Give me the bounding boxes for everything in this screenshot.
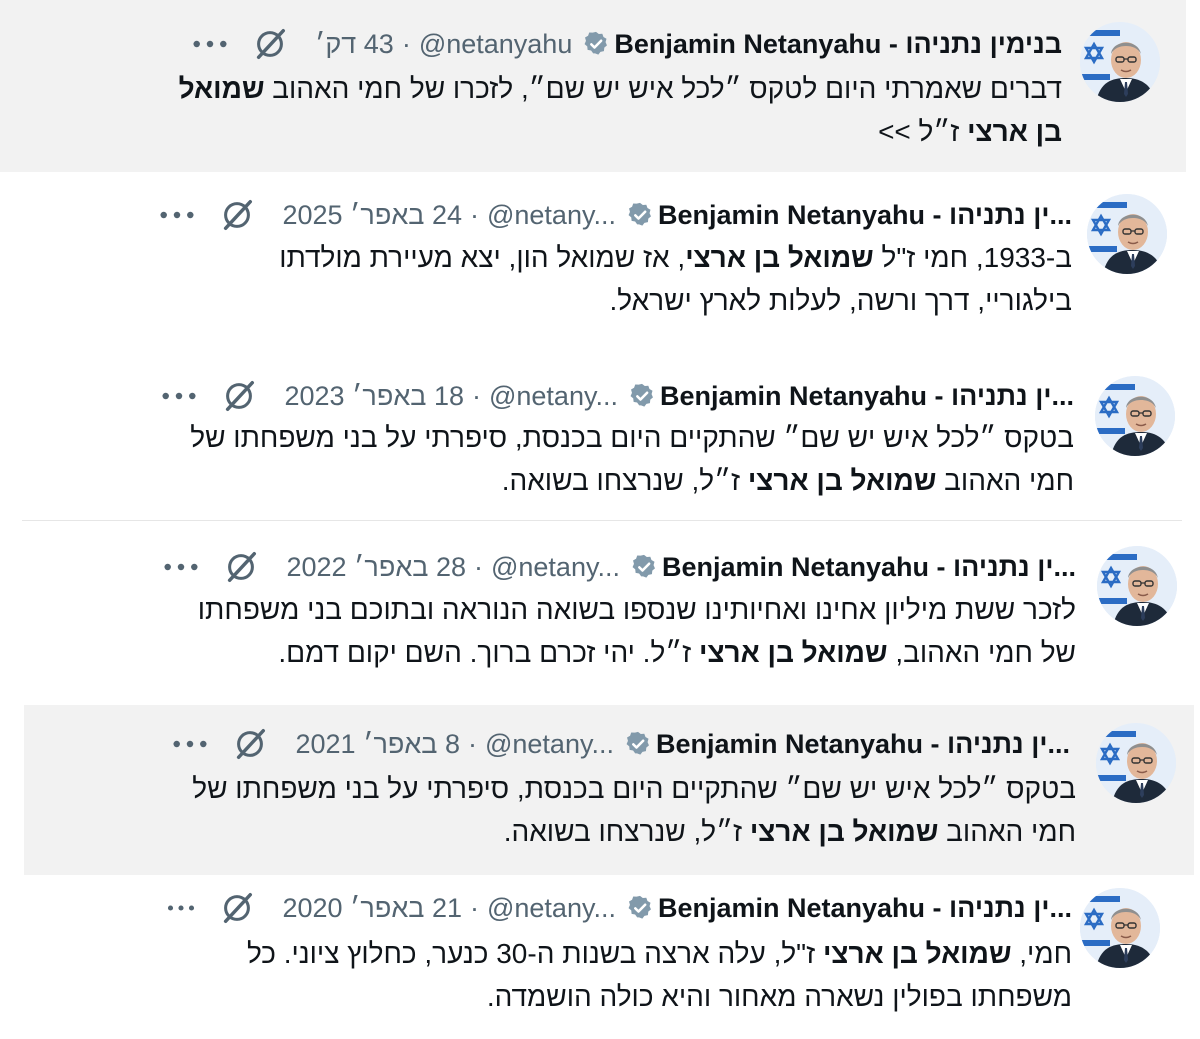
tweet[interactable]: ...ין נתניהו - Benjamin Netanyahu @netan… xyxy=(0,172,1200,347)
grok-icon[interactable] xyxy=(218,196,256,234)
tweet-text: דברים שאמרתי היום לטקס ״לכל איש יש שם״, … xyxy=(22,67,1062,153)
tweet-text: ב-1933, חמי ז"ל שמואל בן ארצי, אז שמואל … xyxy=(12,236,1072,322)
avatar[interactable] xyxy=(1080,22,1160,102)
tweet-text-bold: שמואל בן ארצי xyxy=(685,242,874,273)
tweet-text-bold: בן ארצי xyxy=(967,116,1062,147)
avatar[interactable] xyxy=(1087,194,1167,274)
author-name[interactable]: ...ין נתניהו - Benjamin Netanyahu xyxy=(660,376,1074,416)
tweet[interactable]: ...ין נתניהו - Benjamin Netanyahu @netan… xyxy=(0,878,1200,1038)
avatar[interactable] xyxy=(1097,546,1177,626)
grok-icon[interactable] xyxy=(218,889,256,927)
tweet-text-bold: שמואל xyxy=(178,73,265,104)
more-icon[interactable] xyxy=(171,738,209,750)
tweet-date[interactable]: 21 באפר׳ 2020 xyxy=(282,888,462,928)
tweet-header: ...ין נתניהו - Benjamin Netanyahu @netan… xyxy=(166,888,1072,928)
tweet-text-segment: בילגוריי, דרך ורשה, לעלות לארץ ישראל. xyxy=(609,285,1072,316)
tweet-header: ...ין נתניהו - Benjamin Netanyahu @netan… xyxy=(162,547,1076,587)
author-handle[interactable]: @netany... xyxy=(485,724,614,764)
author-name[interactable]: ...ין נתניהו - Benjamin Netanyahu xyxy=(656,724,1070,764)
separator-dot: · xyxy=(467,729,477,759)
tweet-text-segment: , אז שמואל הון, יצא מעיירת מולדתו xyxy=(279,242,686,273)
author-handle[interactable]: @netanyahu xyxy=(419,24,573,64)
author-handle[interactable]: @netany... xyxy=(489,376,618,416)
tweet-text: בטקס ״לכל איש יש שם״ שהתקיים היום בכנסת,… xyxy=(26,767,1076,853)
avatar-image xyxy=(1080,22,1160,102)
tweet-text-bold: שמואל בן ארצי xyxy=(749,816,939,847)
tweet-text-bold: שמואל בן ארצי xyxy=(699,637,888,668)
tweet-date[interactable]: 43 דק׳ xyxy=(315,24,394,64)
verified-badge-icon xyxy=(628,382,656,410)
tweet-date[interactable]: 18 באפר׳ 2023 xyxy=(284,376,464,416)
tweet-header: בנימין נתניהו - Benjamin Netanyahu @neta… xyxy=(191,24,1062,64)
tweet-text-bold: שמואל בן ארצי xyxy=(747,465,937,496)
more-icon[interactable] xyxy=(166,902,196,914)
author-handle[interactable]: @netany... xyxy=(491,547,620,587)
verified-badge-icon xyxy=(626,894,654,922)
tweet-text: לזכר ששת מיליון אחינו ואחיותינו שנספו בש… xyxy=(6,588,1076,674)
separator-dot: · xyxy=(473,552,483,582)
verified-badge-icon xyxy=(624,730,652,758)
more-icon[interactable] xyxy=(158,209,196,221)
grok-icon[interactable] xyxy=(231,725,269,763)
tweet-text: בטקס ״לכל איש יש שם״ שהתקיים היום בכנסת,… xyxy=(14,416,1074,502)
tweet[interactable]: ...ין נתניהו - Benjamin Netanyahu @netan… xyxy=(24,705,1194,875)
tweet-text-segment: ב-1933, חמי ז"ל xyxy=(873,242,1073,273)
tweet-text-segment: בטקס ״לכל איש יש שם״ שהתקיים היום בכנסת,… xyxy=(190,422,1074,453)
avatar-image xyxy=(1080,888,1160,968)
avatar[interactable] xyxy=(1080,888,1160,968)
tweet-text-segment: דברים שאמרתי היום לטקס ״לכל איש יש שם״, … xyxy=(264,73,1062,104)
tweet[interactable]: ...ין נתניהו - Benjamin Netanyahu @netan… xyxy=(0,352,1200,518)
tweet-text-segment: ז״ל, שנרצחו בשואה. xyxy=(503,816,750,847)
tweet-text-segment: ז״ל, שנרצחו בשואה. xyxy=(501,465,748,496)
tweet-text-segment: לזכר ששת מיליון אחינו ואחיותינו שנספו בש… xyxy=(197,594,1076,625)
grok-icon[interactable] xyxy=(222,548,260,586)
author-name[interactable]: ...ין נתניהו - Benjamin Netanyahu xyxy=(662,547,1076,587)
author-name[interactable]: ...ין נתניהו - Benjamin Netanyahu xyxy=(658,888,1072,928)
more-icon[interactable] xyxy=(191,38,229,50)
tweet[interactable]: ...ין נתניהו - Benjamin Netanyahu @netan… xyxy=(0,522,1200,702)
grok-icon[interactable] xyxy=(251,25,289,63)
avatar[interactable] xyxy=(1095,376,1175,456)
tweet-header: ...ין נתניהו - Benjamin Netanyahu @netan… xyxy=(171,724,1070,764)
tweet-text: חמי, שמואל בן ארצי ז"ל, עלה ארצה בשנות ה… xyxy=(12,932,1072,1018)
tweet-text-segment: חמי האהוב xyxy=(936,465,1074,496)
tweet-date[interactable]: 24 באפר׳ 2025 xyxy=(282,195,462,235)
avatar-image xyxy=(1087,194,1167,274)
separator-dot: · xyxy=(469,893,479,923)
author-handle[interactable]: @netany... xyxy=(487,888,616,928)
divider xyxy=(22,520,1182,521)
avatar[interactable] xyxy=(1096,723,1176,803)
avatar-image xyxy=(1097,546,1177,626)
verified-badge-icon xyxy=(630,553,658,581)
tweet-text-segment: ז״ל. יהי זכרם ברוך. השם יקום דמם. xyxy=(278,637,700,668)
tweet-text-segment: חמי האהוב xyxy=(938,816,1076,847)
tweet-header: ...ין נתניהו - Benjamin Netanyahu @netan… xyxy=(160,376,1074,416)
author-name[interactable]: בנימין נתניהו - Benjamin Netanyahu xyxy=(614,24,1062,64)
tweet-text-segment: חמי, xyxy=(1011,938,1072,969)
tweet-text-segment: ז״ל >> xyxy=(878,116,968,147)
avatar-image xyxy=(1095,376,1175,456)
tweet-text-segment: בטקס ״לכל איש יש שם״ שהתקיים היום בכנסת,… xyxy=(192,773,1076,804)
separator-dot: · xyxy=(469,200,479,230)
verified-badge-icon xyxy=(582,30,610,58)
tweet-text-segment: ז"ל, עלה ארצה בשנות ה-30 כנער, כחלוץ ציו… xyxy=(246,938,823,969)
tweet-text-segment: משפחתו בפולין נשארה מאחור והיא כולה הושמ… xyxy=(486,981,1072,1012)
tweet-date[interactable]: 28 באפר׳ 2022 xyxy=(286,547,466,587)
grok-icon[interactable] xyxy=(220,377,258,415)
more-icon[interactable] xyxy=(162,561,200,573)
separator-dot: · xyxy=(401,29,411,59)
more-icon[interactable] xyxy=(160,390,198,402)
tweet[interactable]: בנימין נתניהו - Benjamin Netanyahu @neta… xyxy=(0,0,1186,172)
author-name[interactable]: ...ין נתניהו - Benjamin Netanyahu xyxy=(658,195,1072,235)
tweet-text-segment: של חמי האהוב, xyxy=(887,637,1076,668)
tweet-date[interactable]: 8 באפר׳ 2021 xyxy=(295,724,460,764)
separator-dot: · xyxy=(471,381,481,411)
verified-badge-icon xyxy=(626,201,654,229)
author-handle[interactable]: @netany... xyxy=(487,195,616,235)
tweet-header: ...ין נתניהו - Benjamin Netanyahu @netan… xyxy=(158,195,1072,235)
avatar-image xyxy=(1096,723,1176,803)
tweet-text-bold: שמואל בן ארצי xyxy=(822,938,1012,969)
